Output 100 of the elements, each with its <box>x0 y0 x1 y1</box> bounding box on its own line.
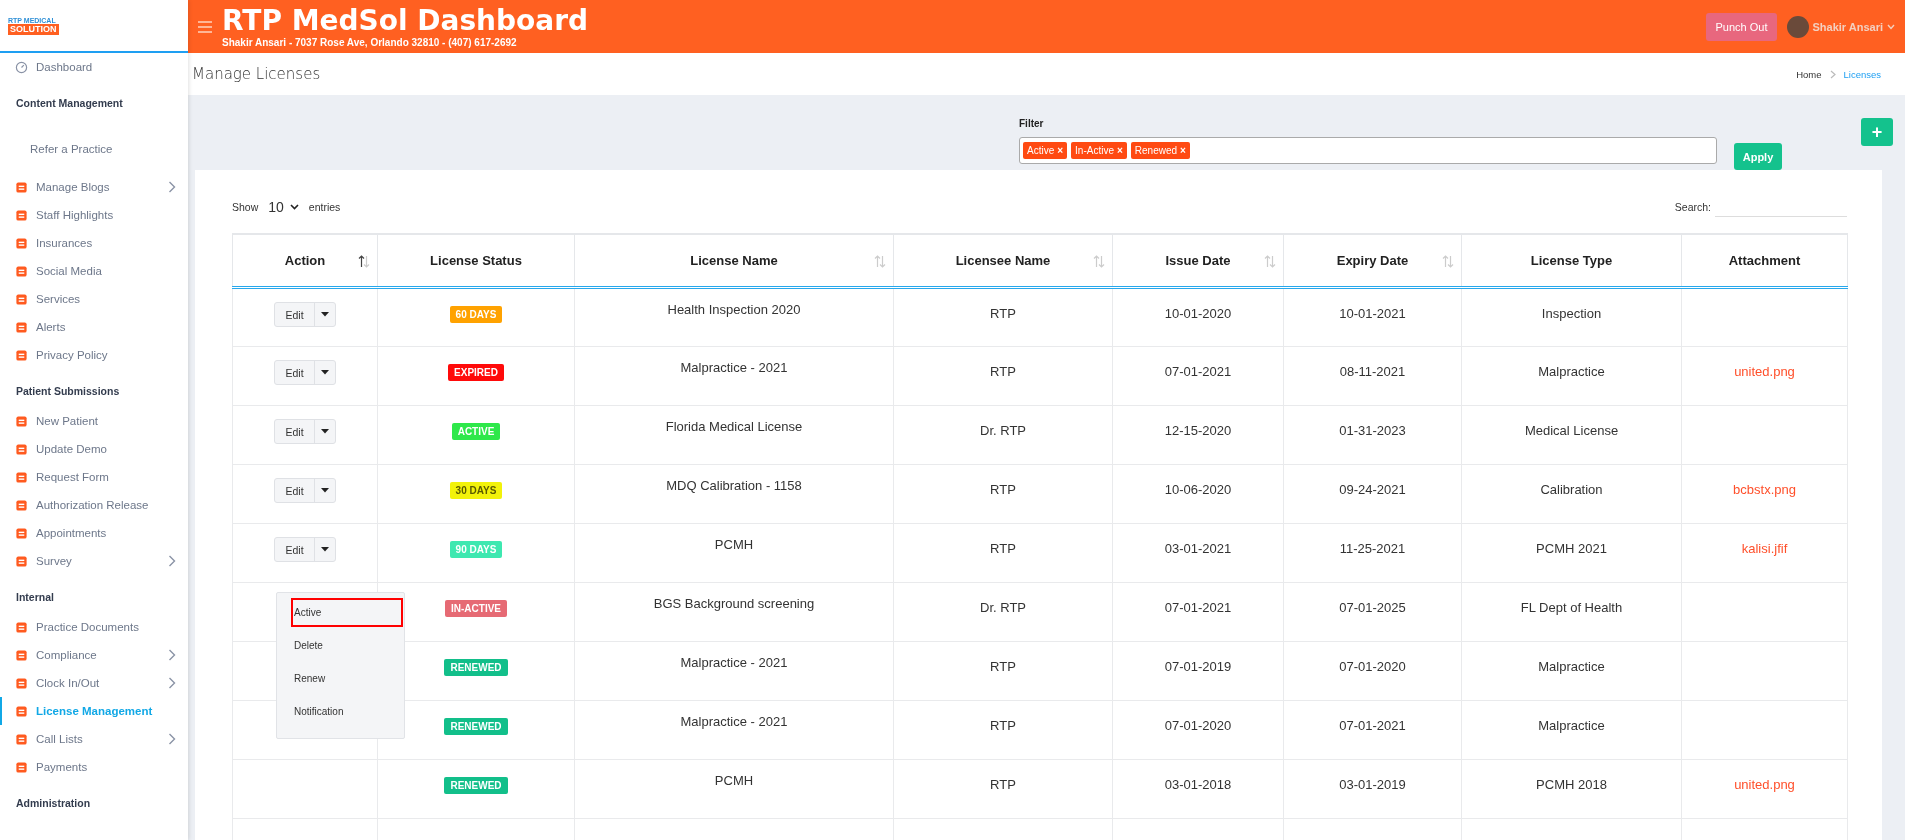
filter-tag[interactable]: Active × <box>1023 142 1068 159</box>
attachment-link[interactable]: bcbstx.png <box>1733 478 1796 497</box>
table-cell-text: FL Dept of Health <box>1520 599 1623 615</box>
sidebar-section-title: Content Management <box>15 96 124 111</box>
menu-icon[interactable] <box>198 20 212 33</box>
menu-item[interactable]: Renew <box>291 664 403 693</box>
edit-button[interactable]: Edit <box>275 479 314 502</box>
square-icon <box>15 704 28 718</box>
sidebar-section-title: Administration <box>15 796 92 811</box>
sidebar-item[interactable]: Survey <box>0 547 188 575</box>
sidebar-item[interactable]: Privacy Policy <box>0 341 188 369</box>
chevron-right-icon <box>1829 69 1836 79</box>
table-cell-text: RTP <box>990 363 1016 379</box>
square-icon <box>15 732 28 746</box>
caret-icon[interactable] <box>320 370 329 375</box>
breadcrumb-link[interactable]: Licenses <box>1843 68 1881 80</box>
breadcrumb-link[interactable]: Home <box>1796 68 1822 80</box>
filter-tag[interactable]: Renewed × <box>1130 142 1190 159</box>
table-cell-text: Malpractice <box>1538 658 1605 674</box>
column-header[interactable]: Action <box>284 253 326 268</box>
page-title: Manage Licenses <box>192 65 321 83</box>
table-cell-text: PCMH 2021 <box>1536 540 1607 556</box>
sidebar-item[interactable]: Request Form <box>0 463 188 491</box>
sidebar-item[interactable]: Social Media <box>0 257 188 285</box>
column-header[interactable]: License Name <box>690 253 778 268</box>
sort-icon[interactable] <box>358 254 370 268</box>
column-header[interactable]: Licensee Name <box>955 253 1051 268</box>
edit-split-button[interactable]: Edit <box>274 478 336 503</box>
filter-field[interactable]: Active × In-Active × Renewed × <box>1019 137 1717 164</box>
table-cell: Malpractice - 2021 <box>680 360 788 375</box>
table-cell: PCMH <box>714 537 754 552</box>
edit-split-button[interactable]: Edit <box>274 419 336 444</box>
chevron-down-icon[interactable] <box>289 204 299 210</box>
status-badge: RENEWED <box>444 659 508 676</box>
sidebar-item[interactable]: Update Demo <box>0 435 188 463</box>
sidebar-item[interactable]: Manage Blogs <box>0 173 188 201</box>
filter-tag[interactable]: In-Active × <box>1071 142 1127 159</box>
square-icon <box>15 414 28 428</box>
column-header[interactable]: Issue Date <box>1165 253 1231 268</box>
chevron-right-icon[interactable] <box>168 733 176 745</box>
sidebar-item[interactable]: Authorization Release <box>0 491 188 519</box>
page-size-select[interactable]: 10 <box>264 199 303 215</box>
menu-item[interactable]: Active <box>291 598 403 627</box>
table-cell: MDQ Calibration - 1158 <box>666 478 802 493</box>
table-cell-text: 11-25-2021 <box>1339 540 1406 556</box>
square-icon <box>15 526 28 540</box>
square-icon <box>15 236 28 250</box>
edit-button[interactable]: Edit <box>275 303 314 326</box>
square-icon <box>15 648 28 662</box>
sidebar-item[interactable]: Compliance <box>0 641 188 669</box>
sidebar-item[interactable]: Insurances <box>0 229 188 257</box>
sidebar-item[interactable]: Alerts <box>0 313 188 341</box>
table-cell-text: 12-15-2020 <box>1164 422 1232 438</box>
sidebar-item[interactable]: Staff Highlights <box>0 201 188 229</box>
avatar[interactable] <box>1787 15 1810 38</box>
sidebar-item[interactable]: Clock In/Out <box>0 669 188 697</box>
sidebar-item[interactable]: Dashboard <box>0 53 188 81</box>
status-badge: 90 DAYS <box>449 541 503 558</box>
column-header[interactable]: License Type <box>1530 253 1613 268</box>
table-cell-text: 10-06-2020 <box>1164 481 1232 497</box>
table-cell-text: 01-31-2023 <box>1339 422 1406 438</box>
chevron-right-icon[interactable] <box>168 181 176 193</box>
table-cell-text: 07-01-2021 <box>1164 363 1232 379</box>
attachment-link[interactable]: united.png <box>1734 360 1795 379</box>
caret-icon[interactable] <box>320 488 329 493</box>
attachment-link[interactable]: kalisi.jfif <box>1741 537 1788 556</box>
caret-icon[interactable] <box>320 312 329 317</box>
caret-icon[interactable] <box>320 429 329 434</box>
square-icon <box>15 760 28 774</box>
chevron-right-icon[interactable] <box>168 649 176 661</box>
edit-button[interactable]: Edit <box>275 361 314 384</box>
edit-split-button[interactable]: Edit <box>274 537 336 562</box>
edit-button[interactable]: Edit <box>275 538 314 561</box>
caret-icon[interactable] <box>320 547 329 552</box>
table-cell-text: Dr. RTP <box>980 599 1026 615</box>
table-cell-text: Dr. RTP <box>980 422 1026 438</box>
chevron-right-icon[interactable] <box>168 677 176 689</box>
chevron-right-icon[interactable] <box>168 555 176 567</box>
table-cell-text: Malpractice <box>1538 717 1605 733</box>
table-cell-text: RTP <box>990 717 1016 733</box>
sidebar-item[interactable]: Appointments <box>0 519 188 547</box>
column-header[interactable]: License Status <box>430 253 522 268</box>
sidebar-item[interactable]: Services <box>0 285 188 313</box>
menu-item[interactable]: Delete <box>291 631 403 660</box>
sidebar-item[interactable]: Practice Documents <box>0 613 188 641</box>
menu-item[interactable]: Notification <box>291 697 403 726</box>
edit-split-button[interactable]: Edit <box>274 360 336 385</box>
sidebar-item[interactable]: License Management <box>0 697 188 725</box>
sidebar-item[interactable]: Call Lists <box>0 725 188 753</box>
attachment-link[interactable]: united.png <box>1734 773 1795 792</box>
column-header[interactable]: Expiry Date <box>1336 253 1409 268</box>
column-header[interactable]: Attachment <box>1728 253 1801 268</box>
punch-out-button[interactable]: Punch Out <box>1705 12 1778 41</box>
sidebar-item[interactable]: Refer a Practice <box>0 129 188 169</box>
sidebar-item[interactable]: Payments <box>0 753 188 781</box>
square-icon <box>15 292 28 306</box>
sidebar-item[interactable]: New Patient <box>0 407 188 435</box>
table-cell-text: Calibration <box>1540 481 1603 497</box>
edit-split-button[interactable]: Edit <box>274 302 336 327</box>
edit-button[interactable]: Edit <box>275 420 314 443</box>
